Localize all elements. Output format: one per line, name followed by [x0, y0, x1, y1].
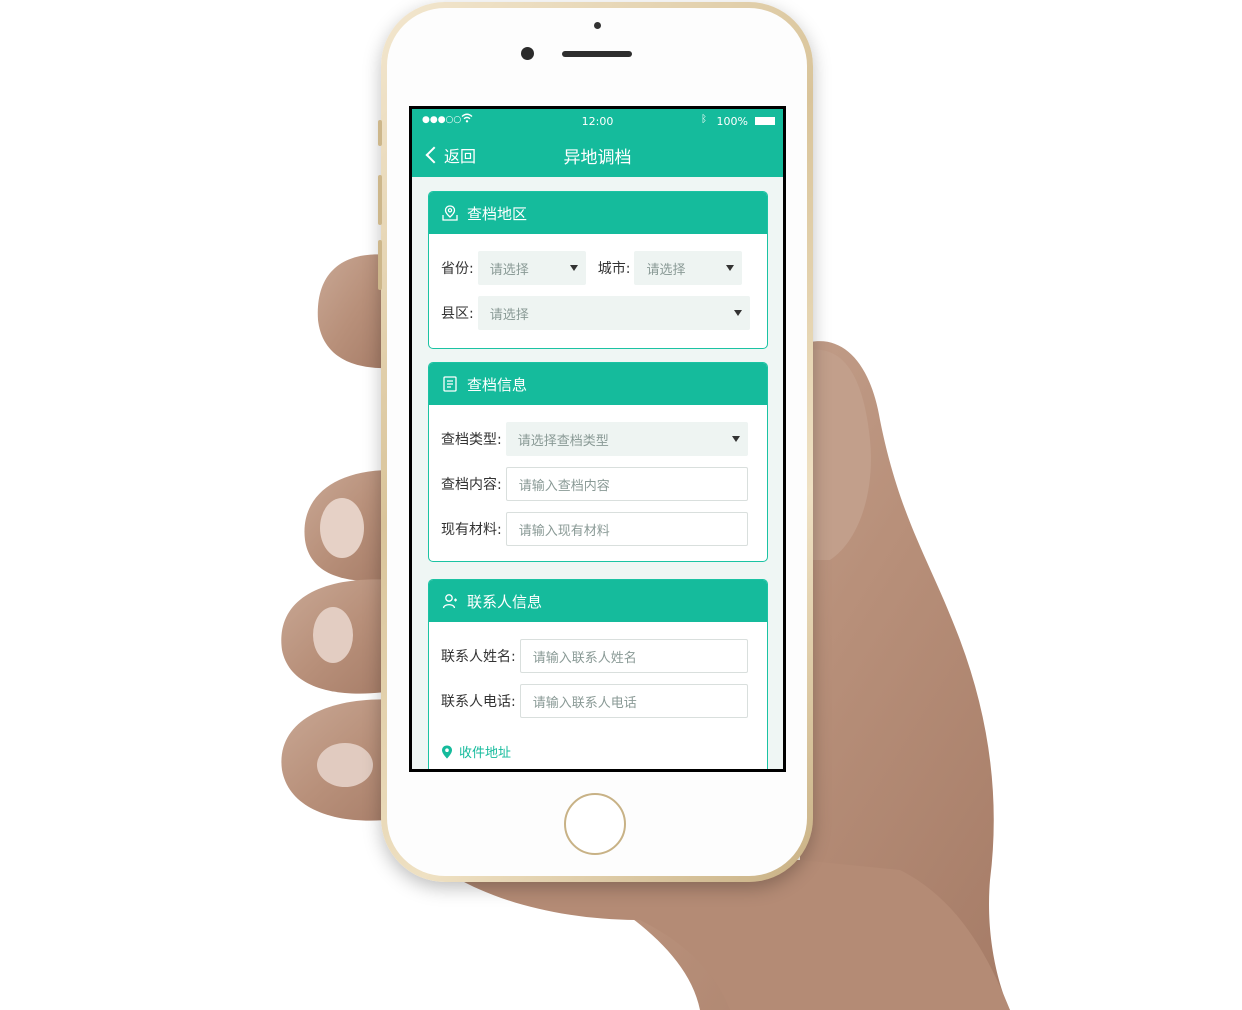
region-card-header: 查档地区	[429, 192, 767, 234]
contact-person-icon	[442, 594, 457, 609]
existing-material-input[interactable]: 请输入现有材料	[505, 512, 748, 546]
location-map-icon	[442, 205, 458, 221]
volume-up-button	[378, 175, 382, 225]
chevron-down-icon	[733, 310, 742, 316]
app-screen: ●●●○○ 12:00 ᛒ 100% 返回 异地调档 查档地区 省份: 请选择 …	[412, 109, 783, 769]
contact-name-input[interactable]: 请输入联系人姓名	[519, 639, 748, 673]
shipping-address-link[interactable]: 收件地址	[441, 742, 511, 761]
existing-material-row: 现有材料: 请输入现有材料	[441, 512, 748, 546]
contact-phone-row: 联系人电话: 请输入联系人电话	[441, 684, 748, 718]
province-select-value: 请选择	[489, 262, 529, 278]
district-row: 县区: 请选择	[441, 296, 750, 330]
shipping-address-label: 收件地址	[459, 746, 512, 761]
existing-material-placeholder: 请输入现有材料	[518, 523, 610, 539]
district-select[interactable]: 请选择	[477, 296, 750, 330]
city-label: 城市:	[597, 261, 631, 277]
archive-info-card: 查档信息 查档类型: 请选择查档类型 查档内容: 请输入查档内容 现有材料: 请…	[428, 362, 768, 562]
city-select[interactable]: 请选择	[634, 251, 743, 285]
contact-card-title: 联系人信息	[467, 592, 543, 611]
phone-screen: ●●●○○ 12:00 ᛒ 100% 返回 异地调档 查档地区 省份: 请选择 …	[409, 106, 786, 772]
archive-content-input[interactable]: 请输入查档内容	[505, 467, 748, 501]
navigation-bar: 返回 异地调档	[412, 133, 783, 177]
region-card-title: 查档地区	[467, 204, 528, 223]
district-label: 县区:	[441, 306, 474, 322]
chevron-down-icon	[569, 265, 578, 271]
home-button[interactable]	[564, 793, 626, 855]
archive-info-card-title: 查档信息	[467, 375, 528, 394]
front-camera	[521, 47, 534, 60]
archive-type-row: 查档类型: 请选择查档类型	[441, 422, 748, 456]
archive-content-label: 查档内容:	[441, 477, 502, 493]
mute-switch	[378, 120, 382, 146]
chevron-down-icon	[731, 436, 740, 442]
contact-phone-label: 联系人电话:	[441, 694, 516, 710]
battery-percentage: 100%	[716, 115, 748, 128]
contact-name-placeholder: 请输入联系人姓名	[532, 650, 637, 666]
volume-down-button	[378, 240, 382, 290]
city-select-value: 请选择	[646, 262, 686, 278]
archive-info-card-header: 查档信息	[429, 363, 767, 405]
existing-material-label: 现有材料:	[441, 522, 502, 538]
proximity-sensor	[594, 22, 601, 29]
archive-content-placeholder: 请输入查档内容	[518, 478, 610, 494]
map-pin-icon	[442, 745, 452, 758]
district-select-value: 请选择	[489, 307, 529, 323]
bluetooth-icon: ᛒ	[701, 114, 707, 125]
archive-type-select[interactable]: 请选择查档类型	[505, 422, 748, 456]
chevron-down-icon	[726, 265, 735, 271]
battery-icon	[755, 117, 775, 125]
contact-phone-input[interactable]: 请输入联系人电话	[519, 684, 748, 718]
contact-name-row: 联系人姓名: 请输入联系人姓名	[441, 639, 748, 673]
page-title: 异地调档	[563, 148, 632, 168]
contact-card: 联系人信息 联系人姓名: 请输入联系人姓名 联系人电话: 请输入联系人电话 收件…	[428, 579, 768, 769]
province-row: 省份: 请选择 城市: 请选择	[441, 251, 743, 285]
province-label: 省份:	[441, 261, 474, 277]
earpiece-speaker	[562, 51, 632, 57]
contact-name-label: 联系人姓名:	[441, 649, 516, 665]
archive-content-row: 查档内容: 请输入查档内容	[441, 467, 748, 501]
region-card: 查档地区 省份: 请选择 城市: 请选择 县区: 请选择	[428, 191, 768, 349]
document-icon	[443, 376, 457, 392]
archive-type-select-value: 请选择查档类型	[517, 433, 609, 449]
archive-type-label: 查档类型:	[441, 432, 502, 448]
province-select[interactable]: 请选择	[477, 251, 586, 285]
contact-phone-placeholder: 请输入联系人电话	[532, 695, 637, 711]
status-bar: ●●●○○ 12:00 ᛒ 100%	[412, 109, 783, 133]
contact-card-header: 联系人信息	[429, 580, 767, 622]
